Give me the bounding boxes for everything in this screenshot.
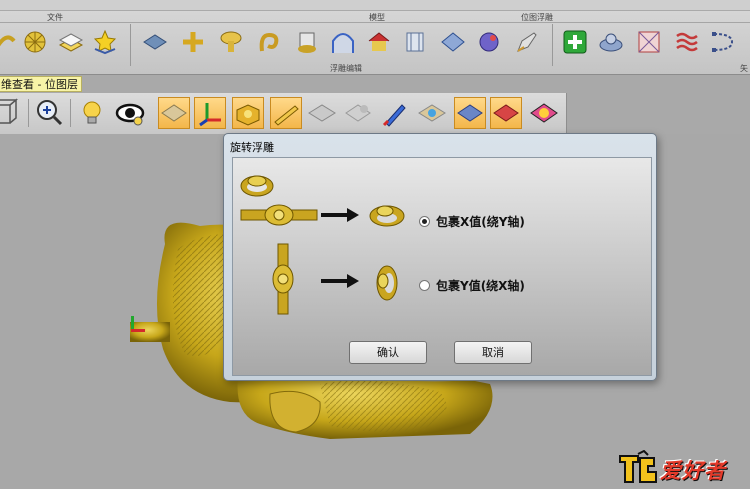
house-relief-icon[interactable] [366,29,392,55]
curve-icon[interactable] [0,29,18,55]
watermark-text: 爱好者 [660,459,726,483]
ring-y-result-icon [376,265,398,301]
wrap-x-label[interactable]: 包裹X值(绕Y轴) [436,213,525,230]
cancel-button[interactable]: 取消 [454,341,532,364]
flat-strip-x-icon [240,204,318,226]
flat-plate-icon[interactable] [142,29,168,55]
stack-layers-icon[interactable] [58,29,84,55]
view-toolbar [0,93,567,135]
toggle-colored-plane-view[interactable] [454,97,486,129]
pen-relief-icon[interactable] [514,29,540,55]
toggle-pen-view[interactable] [270,97,302,129]
toggle-plane-view[interactable] [158,97,190,129]
arrow-right-icon [321,274,359,288]
toolbar-separator [70,99,71,127]
view-tab[interactable]: 维查看 - 位图层 [0,76,82,92]
option-wrap-x-row[interactable]: 包裹X值(绕Y轴) [419,213,525,230]
frame-relief-icon[interactable] [636,29,662,55]
group-label-relief-edit: 浮雕编辑 [330,64,362,73]
ring-preview-icon [240,175,274,197]
wrap-x-radio[interactable] [419,216,430,227]
vortex-relief-icon[interactable] [256,29,282,55]
ribbon-separator [130,24,131,66]
toggle-red-plane-view[interactable] [490,97,522,129]
zoom-in-icon[interactable] [34,97,66,129]
gray-plane-icon[interactable] [306,97,338,129]
add-relief-icon[interactable] [562,29,588,55]
color-plane-icon[interactable] [416,97,448,129]
ribbon-top-strip [0,0,750,11]
dialog-body: 包裹X值(绕Y轴) 包裹Y值(绕X轴) 确认 取消 [232,157,652,376]
magenta-diamond-icon[interactable] [528,97,560,129]
orb-relief-icon[interactable] [476,29,502,55]
group-label-truncated: 矢 [740,64,748,73]
rotate-relief-dialog: 旋转浮雕 包裹X值(绕Y轴) 包裹Y值(绕X轴) 确认 取消 [223,133,657,381]
dialog-title: 旋转浮雕 [230,141,274,154]
arch-relief-icon[interactable] [330,29,356,55]
confirm-button[interactable]: 确认 [349,341,427,364]
ring-x-result-icon [369,205,405,227]
ribbon-group-divider [0,22,750,23]
eye-icon[interactable] [114,97,146,129]
toolbar-separator [28,99,29,127]
lightbulb-icon[interactable] [76,97,108,129]
ribbon-toolbar: 文件 模型 位图浮雕 浮雕编辑 矢 [0,0,750,75]
cross-relief-icon[interactable] [180,29,206,55]
wave-relief-icon[interactable] [674,29,700,55]
mesh-ball-icon[interactable] [22,29,48,55]
toggle-axes-view[interactable] [194,97,226,129]
toggle-box-relief-view[interactable] [232,97,264,129]
gray-cup-icon[interactable] [342,97,374,129]
wrap-y-radio[interactable] [419,280,430,291]
option-wrap-y-row[interactable]: 包裹Y值(绕X轴) [419,277,525,294]
arrow-right-icon [321,208,359,222]
mushroom-relief-icon[interactable] [218,29,244,55]
ribbon-separator [552,24,553,66]
diamond-plate-icon[interactable] [440,29,466,55]
bowl-relief-icon[interactable] [598,29,624,55]
star-layer-icon[interactable] [92,29,118,55]
flat-strip-y-icon [272,243,294,315]
wrap-y-label[interactable]: 包裹Y值(绕X轴) [436,277,525,294]
node-curve-icon[interactable] [710,29,736,55]
paint-brush-icon[interactable] [380,97,412,129]
cup-relief-icon[interactable] [294,29,320,55]
column-relief-icon[interactable] [402,29,428,55]
box-view-icon[interactable] [0,97,20,129]
